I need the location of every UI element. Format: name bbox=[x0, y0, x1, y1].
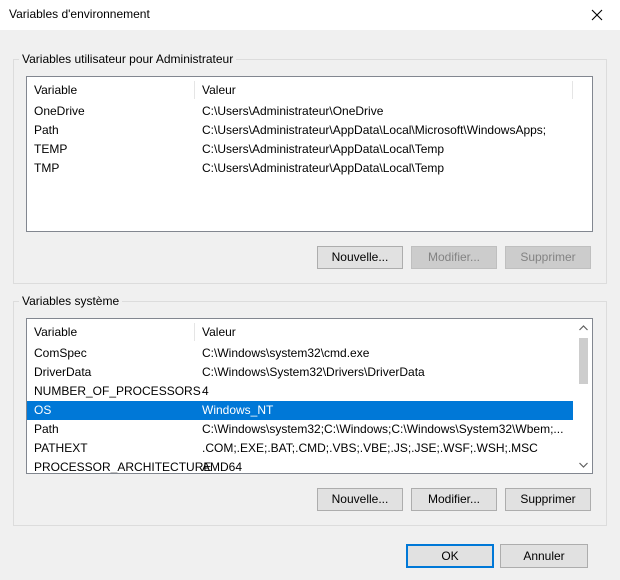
system-edit-button[interactable]: Modifier... bbox=[411, 488, 497, 511]
title-bar: Variables d'environnement bbox=[0, 0, 620, 30]
variable-name: PATHEXT bbox=[34, 441, 88, 455]
variable-value: AMD64 bbox=[202, 460, 243, 474]
system-variables-legend: Variables système bbox=[22, 294, 120, 308]
variable-name: DriverData bbox=[34, 365, 92, 379]
user-delete-button[interactable]: Supprimer bbox=[505, 246, 591, 269]
table-row-selected[interactable]: OS Windows_NT bbox=[27, 401, 573, 420]
scroll-up-button[interactable] bbox=[575, 319, 592, 336]
table-row[interactable]: OneDrive C:\Users\Administrateur\OneDriv… bbox=[27, 102, 592, 121]
column-header-variable[interactable]: Variable bbox=[27, 77, 77, 101]
variable-value: .COM;.EXE;.BAT;.CMD;.VBS;.VBE;.JS;.JSE;.… bbox=[202, 441, 538, 455]
table-row[interactable]: TEMP C:\Users\Administrateur\AppData\Loc… bbox=[27, 140, 592, 159]
column-header-variable[interactable]: Variable bbox=[27, 319, 77, 343]
window-title: Variables d'environnement bbox=[9, 7, 150, 21]
scrollbar-thumb[interactable] bbox=[579, 338, 588, 384]
table-row[interactable]: ComSpec C:\Windows\system32\cmd.exe bbox=[27, 344, 592, 363]
variable-value: Windows_NT bbox=[202, 403, 274, 417]
variable-value: C:\Users\Administrateur\AppData\Local\Mi… bbox=[202, 123, 547, 137]
table-row[interactable]: Path C:\Windows\system32;C:\Windows;C:\W… bbox=[27, 420, 592, 439]
column-separator[interactable] bbox=[572, 81, 573, 99]
variable-name: ComSpec bbox=[34, 346, 87, 360]
variable-name: OneDrive bbox=[34, 104, 85, 118]
variable-value: C:\Users\Administrateur\OneDrive bbox=[202, 104, 384, 118]
variable-name: OS bbox=[34, 403, 52, 417]
cancel-button[interactable]: Annuler bbox=[500, 544, 588, 568]
close-icon bbox=[591, 9, 603, 21]
table-row[interactable]: PROCESSOR_ARCHITECTURE AMD64 bbox=[27, 458, 592, 474]
table-row[interactable]: NUMBER_OF_PROCESSORS 4 bbox=[27, 382, 592, 401]
table-row[interactable]: DriverData C:\Windows\System32\Drivers\D… bbox=[27, 363, 592, 382]
chevron-up-icon bbox=[579, 324, 588, 330]
user-edit-button[interactable]: Modifier... bbox=[411, 246, 497, 269]
variable-name: Path bbox=[34, 422, 59, 436]
variable-value: C:\Users\Administrateur\AppData\Local\Te… bbox=[202, 142, 445, 156]
column-header-value[interactable]: Valeur bbox=[195, 77, 236, 101]
variable-name: TEMP bbox=[34, 142, 68, 156]
system-variables-list[interactable]: Variable Valeur ComSpec C:\Windows\syste… bbox=[26, 318, 593, 474]
column-header-value[interactable]: Valeur bbox=[195, 319, 236, 343]
variable-name: Path bbox=[34, 123, 59, 137]
variable-value: C:\Windows\System32\Drivers\DriverData bbox=[202, 365, 425, 379]
user-variables-legend: Variables utilisateur pour Administrateu… bbox=[22, 52, 234, 66]
system-variables-rows: ComSpec C:\Windows\system32\cmd.exe Driv… bbox=[27, 344, 592, 474]
variable-name: PROCESSOR_ARCHITECTURE bbox=[34, 460, 212, 474]
table-row[interactable]: TMP C:\Users\Administrateur\AppData\Loca… bbox=[27, 159, 592, 178]
system-new-button[interactable]: Nouvelle... bbox=[317, 488, 403, 511]
vertical-scrollbar[interactable] bbox=[575, 319, 592, 473]
user-variables-rows: OneDrive C:\Users\Administrateur\OneDriv… bbox=[27, 102, 592, 178]
variable-value: C:\Windows\system32;C:\Windows;C:\Window… bbox=[202, 422, 564, 436]
system-delete-button[interactable]: Supprimer bbox=[505, 488, 591, 511]
variable-name: NUMBER_OF_PROCESSORS bbox=[34, 384, 201, 398]
table-row[interactable]: Path C:\Users\Administrateur\AppData\Loc… bbox=[27, 121, 592, 140]
user-new-button[interactable]: Nouvelle... bbox=[317, 246, 403, 269]
scroll-down-button[interactable] bbox=[575, 456, 592, 473]
list-header: Variable Valeur bbox=[27, 77, 592, 101]
user-variables-list[interactable]: Variable Valeur OneDrive C:\Users\Admini… bbox=[26, 76, 593, 232]
chevron-down-icon bbox=[579, 462, 588, 468]
variable-value: C:\Windows\system32\cmd.exe bbox=[202, 346, 370, 360]
close-button[interactable] bbox=[574, 0, 620, 30]
variable-value: C:\Users\Administrateur\AppData\Local\Te… bbox=[202, 161, 445, 175]
ok-button[interactable]: OK bbox=[406, 544, 494, 568]
table-row[interactable]: PATHEXT .COM;.EXE;.BAT;.CMD;.VBS;.VBE;.J… bbox=[27, 439, 592, 458]
variable-name: TMP bbox=[34, 161, 60, 175]
variable-value: 4 bbox=[202, 384, 209, 398]
list-header: Variable Valeur bbox=[27, 319, 592, 343]
